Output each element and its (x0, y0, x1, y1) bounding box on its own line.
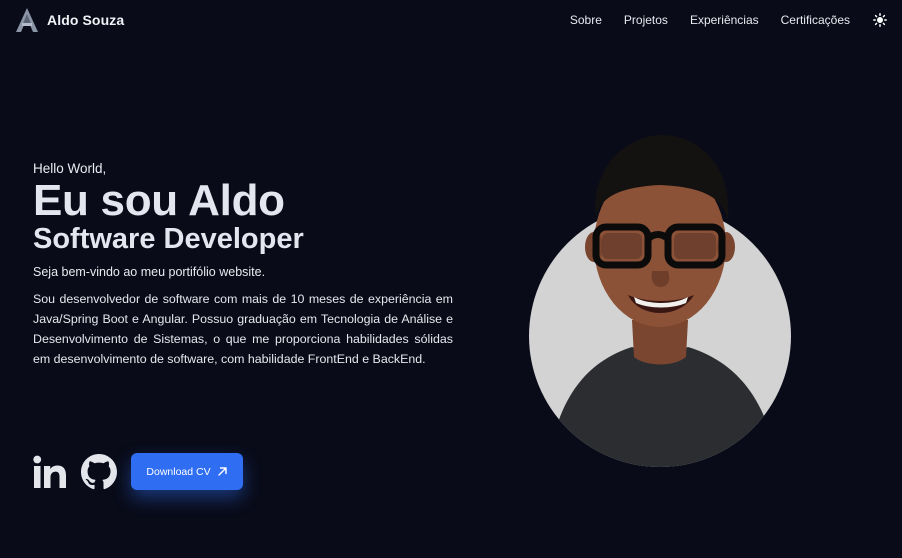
nav-certificacoes[interactable]: Certificações (781, 13, 850, 27)
brand-name: Aldo Souza (47, 12, 125, 28)
nav-projetos[interactable]: Projetos (624, 13, 668, 27)
theme-toggle-button[interactable] (872, 12, 888, 28)
download-cv-button[interactable]: Download CV (131, 453, 243, 490)
nav-sobre[interactable]: Sobre (570, 13, 602, 27)
brand[interactable]: Aldo Souza (16, 8, 124, 32)
sun-icon (873, 13, 887, 27)
page-subtitle: Software Developer (33, 223, 304, 255)
linkedin-icon[interactable] (33, 455, 67, 489)
greeting: Hello World, (33, 161, 107, 176)
github-icon[interactable] (81, 453, 117, 490)
logo-icon (16, 8, 38, 32)
download-cv-label: Download CV (146, 465, 211, 478)
arrow-up-right-icon (217, 467, 227, 476)
profile-avatar (529, 135, 791, 467)
page-title: Eu sou Aldo (33, 176, 285, 225)
nav-experiencias[interactable]: Experiências (690, 13, 759, 27)
description: Sou desenvolvedor de software com mais d… (33, 292, 453, 366)
social-links: Download CV (33, 453, 243, 490)
main-nav: Sobre Projetos Experiências Certificaçõe… (548, 12, 888, 28)
header: Aldo Souza Sobre Projetos Experiências C… (0, 0, 902, 40)
hero-section: Hello World, Eu sou Aldo Software Develo… (33, 161, 453, 369)
welcome-text: Seja bem-vindo ao meu portifólio website… (33, 265, 266, 279)
